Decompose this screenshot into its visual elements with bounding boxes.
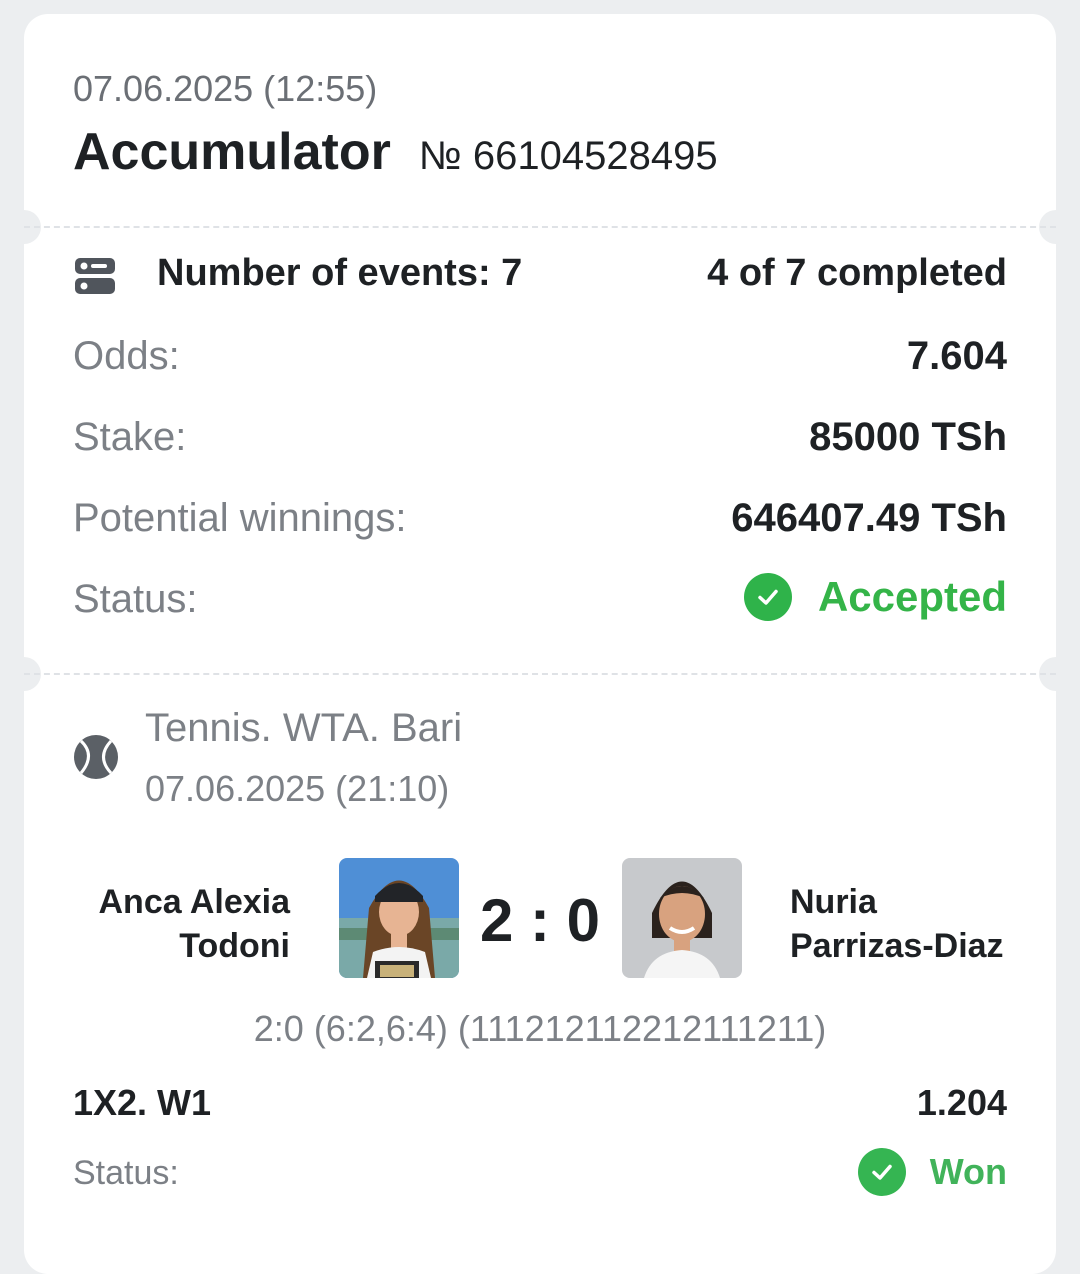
events-summary[interactable]: Number of events: 7 4 of 7 completed	[73, 250, 1007, 300]
player-away-first: Nuria	[790, 883, 877, 921]
player-away-last: Parrizas-Diaz	[790, 927, 1004, 965]
event-status-label: Status:	[73, 1154, 179, 1192]
status-label: Status:	[73, 577, 198, 621]
check-circle-icon	[857, 1148, 906, 1196]
events-count: Number of events: 7	[157, 252, 523, 294]
market-odds: 1.204	[916, 1082, 1007, 1123]
player-away-name: Nuria Parrizas-Diaz	[790, 880, 1050, 968]
stake-value: 85000 TSh	[809, 415, 1007, 459]
status-value: Accepted	[817, 573, 1007, 620]
stake-label: Stake:	[73, 415, 187, 459]
winnings-label: Potential winnings:	[73, 496, 407, 540]
bet-title-row: Accumulator № 66104528495	[73, 122, 718, 182]
stake-row: Stake: 85000 TSh	[73, 415, 1007, 465]
ticket-divider	[24, 226, 1056, 228]
odds-label: Odds:	[73, 334, 180, 378]
player-away-avatar	[622, 858, 742, 978]
event-league[interactable]: Tennis. WTA. Bari	[145, 706, 462, 751]
player-home-last: Todoni	[179, 927, 290, 965]
status-badge: Accepted	[743, 573, 1007, 621]
bet-type-title: Accumulator	[73, 123, 391, 181]
odds-value: 7.604	[906, 334, 1007, 378]
set-scores: 2:0 (6:2,6:4) (111212112212111211)	[253, 1008, 827, 1049]
winnings-value: 646407.49 TSh	[731, 496, 1007, 540]
market-name: 1X2. W1	[73, 1082, 212, 1123]
player-home-first: Anca Alexia	[98, 883, 291, 921]
event-date: 07.06.2025 (21:10)	[145, 768, 450, 809]
odds-row: Odds: 7.604	[73, 334, 1007, 384]
winnings-row: Potential winnings: 646407.49 TSh	[73, 496, 1007, 546]
player-home-avatar	[339, 858, 459, 978]
bet-number: № 66104528495	[418, 134, 718, 178]
list-toggle-icon	[75, 258, 115, 294]
bet-date: 07.06.2025 (12:55)	[73, 68, 378, 109]
event-status-badge: Won	[857, 1148, 1007, 1196]
event-status-value: Won	[929, 1151, 1007, 1192]
player-home-name: Anca Alexia Todoni	[30, 880, 291, 968]
tennis-ball-icon	[74, 735, 118, 779]
market-row: 1X2. W1 1.204	[73, 1082, 1007, 1126]
ticket-divider	[24, 673, 1056, 675]
event-status-row: Status: Won	[73, 1148, 1007, 1198]
bet-status-row: Status: Accepted	[73, 573, 1007, 627]
check-circle-icon	[743, 573, 792, 621]
match-score: 2 : 0	[479, 887, 601, 954]
events-completed: 4 of 7 completed	[707, 252, 1007, 294]
